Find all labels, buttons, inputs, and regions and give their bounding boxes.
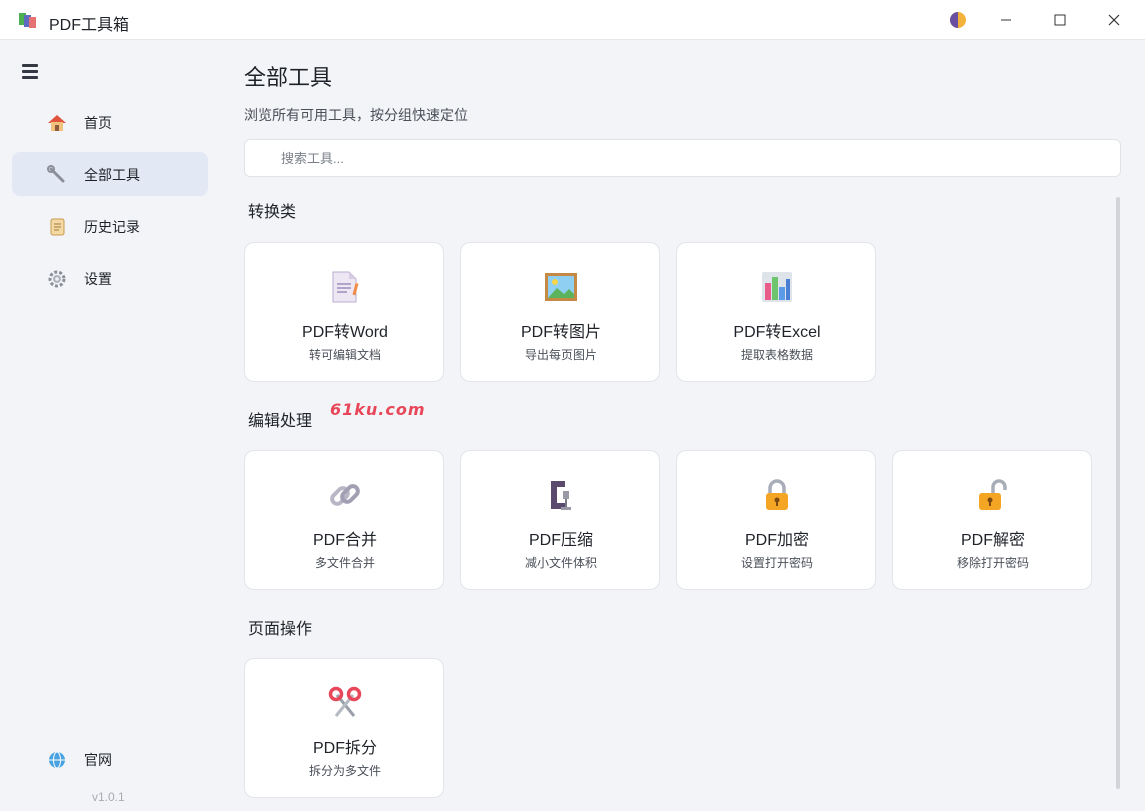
document-icon: [332, 271, 359, 303]
wrench-icon: [47, 165, 65, 183]
tool-card-pdf-split[interactable]: PDF拆分 拆分为多文件: [244, 658, 444, 798]
sidebar-item-all-tools[interactable]: 全部工具: [12, 152, 208, 196]
tool-card-pdf-to-image[interactable]: PDF转图片 导出每页图片: [460, 242, 660, 382]
tool-card-desc: 导出每页图片: [524, 348, 597, 362]
sidebar: 首页 全部工具 历史记录 设置 官网 v1.0.1: [0, 40, 220, 811]
sidebar-item-home[interactable]: 首页: [12, 100, 208, 144]
globe-icon: [49, 751, 65, 769]
unlock-icon: [979, 479, 1007, 510]
scissors-icon: [328, 686, 362, 717]
tool-card-desc: 减小文件体积: [524, 556, 597, 570]
tool-card-desc: 提取表格数据: [740, 348, 813, 362]
tool-card-pdf-compress[interactable]: PDF压缩 减小文件体积: [460, 450, 660, 590]
app-title: PDF工具箱: [49, 17, 130, 34]
app-logo-icon: [19, 13, 36, 28]
tool-card-desc: 拆分为多文件: [308, 764, 381, 778]
link-icon: [330, 484, 360, 506]
menu-toggle-button[interactable]: [22, 64, 42, 82]
watermark-logo: 61ku.com: [330, 400, 426, 419]
tool-card-pdf-decrypt[interactable]: PDF解密 移除打开密码: [892, 450, 1092, 590]
tool-card-desc: 设置打开密码: [740, 556, 813, 570]
home-icon: [48, 115, 66, 131]
clamp-icon: [551, 481, 571, 510]
sidebar-item-history[interactable]: 历史记录: [12, 204, 208, 248]
section-title-page-ops: 页面操作: [248, 621, 313, 638]
theme-toggle-button[interactable]: [932, 0, 984, 40]
version-label: v1.0.1: [92, 790, 125, 804]
tool-card-title: PDF加密: [744, 532, 809, 549]
picture-icon: [545, 273, 577, 301]
close-icon: [1108, 14, 1120, 26]
section-title-editing: 编辑处理: [248, 413, 313, 430]
search-box[interactable]: [244, 139, 1121, 177]
page-subtitle: 浏览所有可用工具，按分组快速定位: [244, 107, 468, 123]
sidebar-item-settings[interactable]: 设置: [12, 256, 208, 300]
tool-card-title: PDF合并: [312, 532, 377, 549]
tool-card-pdf-to-excel[interactable]: PDF转Excel 提取表格数据: [676, 242, 876, 382]
close-button[interactable]: [1088, 0, 1140, 40]
scroll-icon: [50, 218, 65, 236]
tool-card-pdf-merge[interactable]: PDF合并 多文件合并: [244, 450, 444, 590]
bar-chart-icon: [762, 272, 792, 302]
search-input[interactable]: [281, 148, 1101, 168]
half-moon-icon: [950, 12, 966, 28]
tool-card-title: PDF转图片: [520, 324, 601, 341]
sidebar-item-label: 全部工具: [84, 167, 140, 183]
minimize-icon: [1001, 19, 1011, 21]
page-title: 全部工具: [244, 65, 333, 90]
sidebar-item-label: 首页: [84, 115, 112, 131]
tool-card-desc: 移除打开密码: [956, 556, 1029, 570]
tool-card-title: PDF解密: [960, 532, 1025, 549]
sidebar-item-label: 设置: [84, 271, 112, 287]
scrollbar[interactable]: [1116, 197, 1120, 789]
maximize-button[interactable]: [1034, 0, 1086, 40]
gear-icon: [48, 270, 66, 288]
lock-icon: [766, 479, 788, 510]
minimize-button[interactable]: [980, 0, 1032, 40]
tool-card-desc: 多文件合并: [314, 556, 375, 570]
tool-card-pdf-to-word[interactable]: PDF转Word 转可编辑文档: [244, 242, 444, 382]
sidebar-item-label: 历史记录: [84, 219, 140, 235]
tool-card-desc: 转可编辑文档: [308, 348, 381, 362]
tool-card-pdf-encrypt[interactable]: PDF加密 设置打开密码: [676, 450, 876, 590]
section-title-conversion: 转换类: [248, 204, 297, 221]
tool-card-title: PDF转Word: [302, 324, 388, 341]
main-content: 全部工具 浏览所有可用工具，按分组快速定位 转换类 PDF转Word 转可编辑文…: [220, 40, 1145, 811]
tool-card-title: PDF转Excel: [733, 324, 821, 341]
sidebar-item-website[interactable]: 官网: [12, 737, 208, 781]
sidebar-item-label: 官网: [84, 752, 112, 768]
tool-card-title: PDF拆分: [312, 740, 377, 757]
tool-card-title: PDF压缩: [528, 532, 593, 549]
title-bar: PDF工具箱: [0, 0, 1145, 40]
maximize-icon: [1054, 14, 1066, 26]
